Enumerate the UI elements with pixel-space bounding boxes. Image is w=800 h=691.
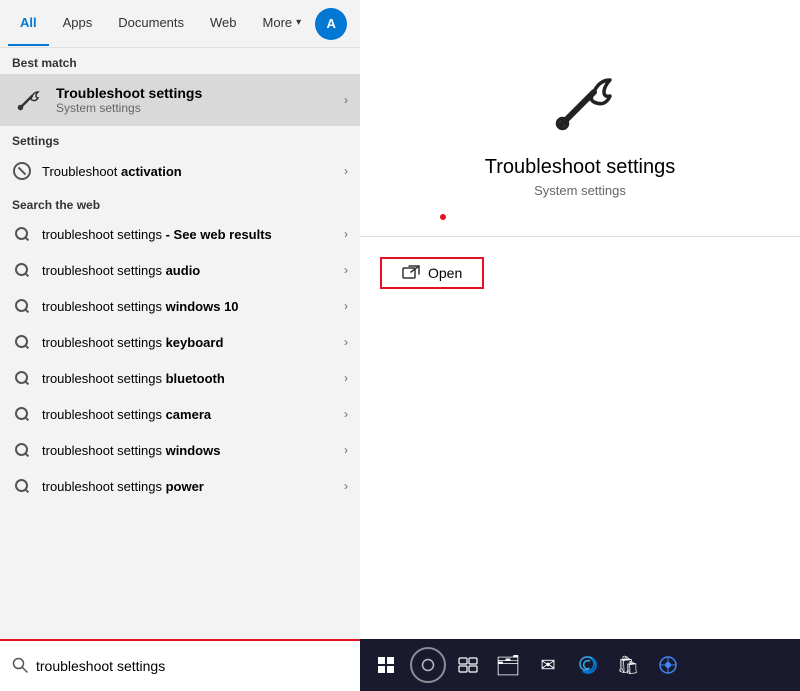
open-button[interactable]: Open — [380, 257, 484, 289]
open-button-label: Open — [428, 265, 462, 281]
search-bar-icon — [12, 657, 28, 676]
chevron-right-icon: › — [344, 335, 348, 349]
search-bar[interactable]: troubleshoot settings — [0, 639, 360, 691]
chevron-right-icon: › — [344, 227, 348, 241]
mail-button[interactable]: ✉ — [530, 647, 566, 683]
search-panel: All Apps Documents Web More ▾ A ··· ✕ Be… — [0, 0, 360, 691]
result-subtitle: System settings — [534, 183, 626, 198]
best-match-text: Troubleshoot settings System settings — [56, 85, 202, 115]
right-panel: Troubleshoot settings System settings Op… — [360, 0, 800, 640]
web-section-label: Search the web — [0, 190, 360, 216]
best-match-subtitle: System settings — [56, 101, 202, 115]
web-item-7[interactable]: troubleshoot settings power › — [0, 468, 360, 504]
result-title: Troubleshoot settings — [485, 156, 675, 179]
chevron-right-icon: › — [344, 479, 348, 493]
tab-all[interactable]: All — [8, 1, 49, 46]
taskbar: 🗂 ✉ 🛍 — [360, 639, 800, 691]
prohibited-icon — [12, 161, 32, 181]
wrench-icon — [12, 84, 44, 116]
content-area: Best match Troubleshoot settings System … — [0, 48, 360, 639]
windows-logo-icon — [378, 657, 394, 673]
web-item-5[interactable]: troubleshoot settings camera › — [0, 396, 360, 432]
web-item-text-7: troubleshoot settings power — [42, 479, 204, 494]
avatar-button[interactable]: A — [315, 8, 347, 40]
web-item-2[interactable]: troubleshoot settings windows 10 › — [0, 288, 360, 324]
search-icon — [12, 476, 32, 496]
web-item-text-2: troubleshoot settings windows 10 — [42, 299, 239, 314]
chevron-right-icon: › — [344, 164, 348, 178]
web-item-text-1: troubleshoot settings audio — [42, 263, 200, 278]
search-icon — [12, 260, 32, 280]
tab-documents[interactable]: Documents — [106, 1, 196, 46]
search-icon — [12, 368, 32, 388]
nav-tabs: All Apps Documents Web More ▾ A ··· ✕ — [0, 0, 360, 48]
task-view-button[interactable] — [450, 647, 486, 683]
web-item-0[interactable]: troubleshoot settings - See web results … — [0, 216, 360, 252]
chevron-down-icon: ▾ — [296, 17, 301, 28]
web-item-4[interactable]: troubleshoot settings bluetooth › — [0, 360, 360, 396]
web-item-6[interactable]: troubleshoot settings windows › — [0, 432, 360, 468]
chevron-right-icon: › — [344, 371, 348, 385]
chevron-right-icon: › — [344, 93, 348, 107]
browser-button[interactable] — [650, 647, 686, 683]
search-icon — [12, 296, 32, 316]
chevron-right-icon: › — [344, 407, 348, 421]
cortana-button[interactable] — [410, 647, 446, 683]
chevron-right-icon: › — [344, 443, 348, 457]
chevron-right-icon: › — [344, 263, 348, 277]
search-icon — [12, 224, 32, 244]
tab-more[interactable]: More ▾ — [251, 1, 314, 46]
best-match-title: Troubleshoot settings — [56, 85, 202, 101]
result-wrench-icon — [540, 60, 620, 140]
web-item-text-3: troubleshoot settings keyboard — [42, 335, 223, 350]
divider — [360, 236, 800, 237]
web-item-3[interactable]: troubleshoot settings keyboard › — [0, 324, 360, 360]
red-dot-indicator — [440, 214, 446, 220]
web-item-text-5: troubleshoot settings camera — [42, 407, 211, 422]
settings-item-troubleshoot-activation[interactable]: Troubleshoot activation › — [0, 152, 360, 190]
edge-browser-button[interactable] — [570, 647, 606, 683]
store-button[interactable]: 🛍 — [610, 647, 646, 683]
web-item-1[interactable]: troubleshoot settings audio › — [0, 252, 360, 288]
best-match-label: Best match — [0, 48, 360, 74]
file-explorer-button[interactable]: 🗂 — [490, 647, 526, 683]
tab-web[interactable]: Web — [198, 1, 249, 46]
start-button[interactable] — [368, 647, 404, 683]
search-icon — [12, 332, 32, 352]
settings-section-label: Settings — [0, 126, 360, 152]
web-item-text-4: troubleshoot settings bluetooth — [42, 371, 225, 386]
chevron-right-icon: › — [344, 299, 348, 313]
web-item-text-6: troubleshoot settings windows — [42, 443, 220, 458]
tab-apps[interactable]: Apps — [51, 1, 105, 46]
open-icon — [402, 265, 420, 281]
search-icon — [12, 440, 32, 460]
search-input-value: troubleshoot settings — [36, 658, 165, 674]
best-match-item[interactable]: Troubleshoot settings System settings › — [0, 74, 360, 126]
web-item-text-0: troubleshoot settings - See web results — [42, 227, 272, 242]
settings-item-text: Troubleshoot activation — [42, 164, 182, 179]
search-icon — [12, 404, 32, 424]
